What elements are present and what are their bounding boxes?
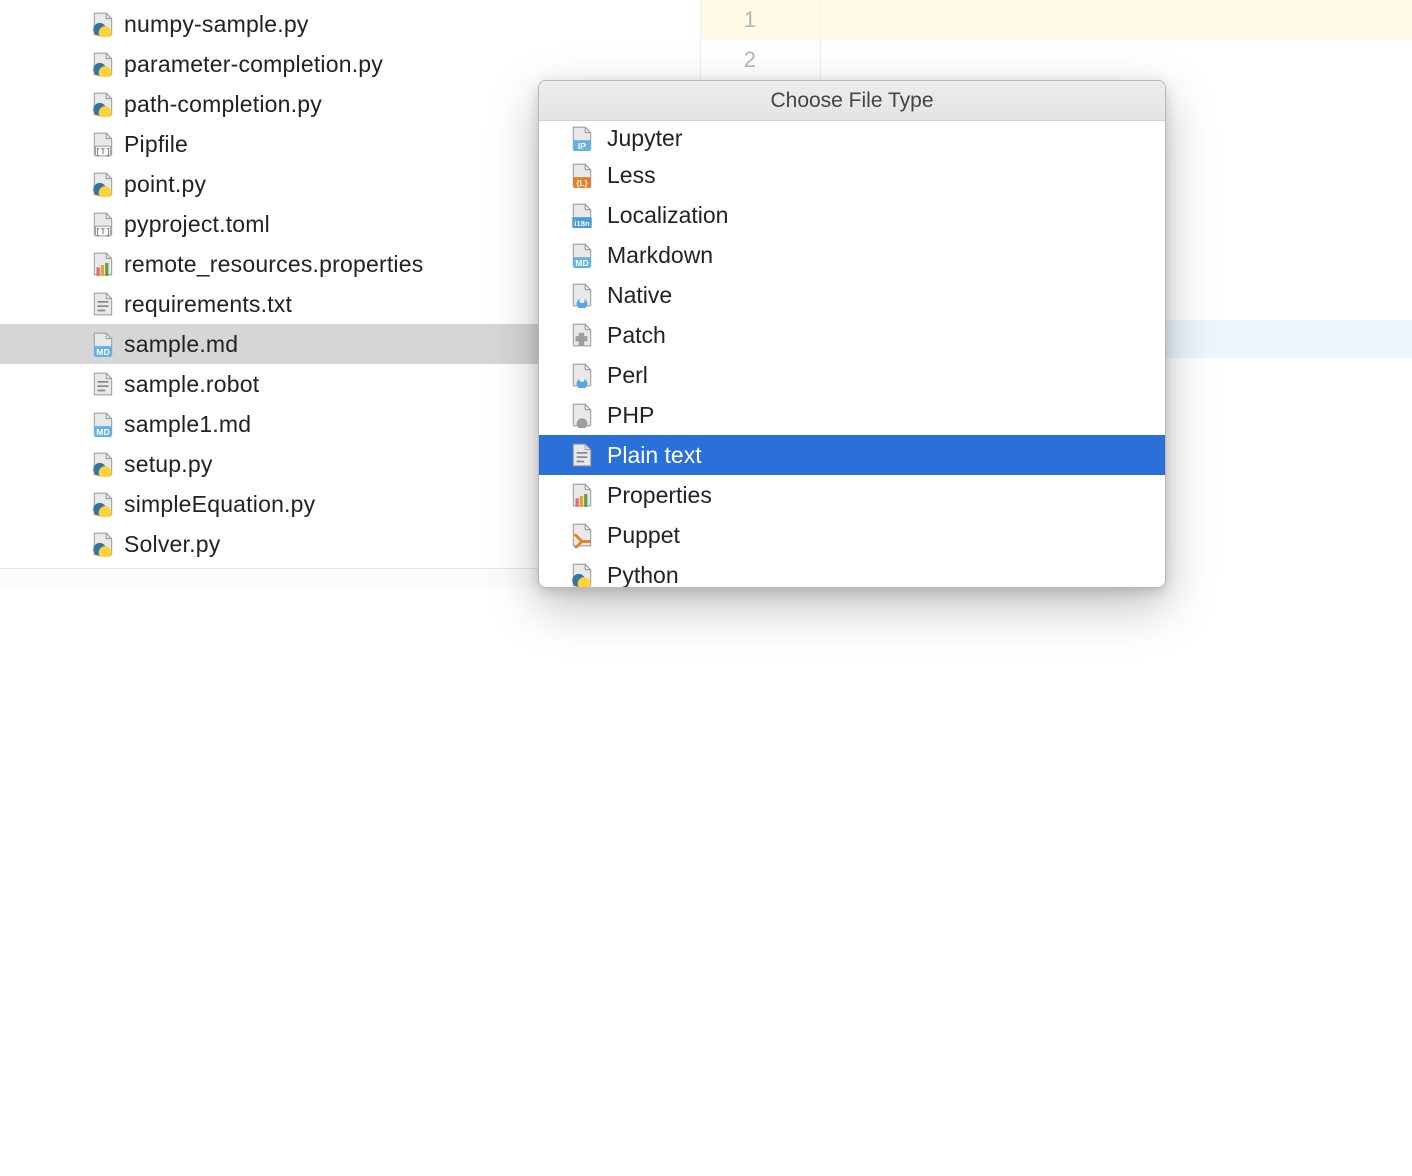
python-icon: [90, 171, 116, 197]
python-icon: [90, 91, 116, 117]
choose-file-type-popup: Choose File Type Jupyter Less Localization…: [538, 80, 1166, 588]
python-icon: [90, 491, 116, 517]
tree-item-label: sample.md: [124, 331, 238, 358]
jupyter-icon: [569, 125, 595, 151]
tree-item-label: requirements.txt: [124, 291, 292, 318]
file-type-item[interactable]: Less: [539, 155, 1165, 195]
file-type-item[interactable]: Puppet: [539, 515, 1165, 555]
python-icon: [90, 531, 116, 557]
properties-icon: [569, 482, 595, 508]
file-type-item-label: Python: [607, 562, 679, 588]
i18n-icon: [569, 202, 595, 228]
tree-item-label: sample.robot: [124, 371, 259, 398]
properties-icon: [90, 251, 116, 277]
file-type-item-label: Perl: [607, 362, 648, 389]
tree-item-label: Solver.py: [124, 531, 220, 558]
file-type-item-label: Puppet: [607, 522, 680, 549]
markdown-icon: [90, 411, 116, 437]
ide-workspace: numpy-sample.py parameter-completion.py pa…: [0, 0, 1412, 588]
file-type-item-label: Native: [607, 282, 672, 309]
php-icon: [569, 402, 595, 428]
file-type-item-label: Less: [607, 162, 656, 189]
text-icon: [90, 291, 116, 317]
file-type-list[interactable]: Jupyter Less Localization Markdown Native Pat…: [539, 121, 1165, 587]
file-type-item[interactable]: Jupyter: [539, 121, 1165, 155]
tree-item-label: numpy-sample.py: [124, 11, 309, 38]
text-icon: [90, 371, 116, 397]
tree-item[interactable]: numpy-sample.py: [0, 4, 700, 44]
file-type-item[interactable]: Properties: [539, 475, 1165, 515]
line-number: 1: [701, 0, 820, 40]
file-type-item-label: Patch: [607, 322, 666, 349]
tree-item-label: path-completion.py: [124, 91, 322, 118]
perl-icon: [569, 362, 595, 388]
tree-item-label: point.py: [124, 171, 206, 198]
popup-title: Choose File Type: [539, 81, 1165, 121]
tree-item-label: parameter-completion.py: [124, 51, 383, 78]
file-type-item[interactable]: Patch: [539, 315, 1165, 355]
tree-item-label: Pipfile: [124, 131, 188, 158]
file-type-item-label: Markdown: [607, 242, 713, 269]
puppet-icon: [569, 522, 595, 548]
tree-item-label: sample1.md: [124, 411, 251, 438]
file-type-item[interactable]: Native: [539, 275, 1165, 315]
markdown-icon: [569, 242, 595, 268]
file-type-item-label: Plain text: [607, 442, 702, 469]
file-type-item[interactable]: PHP: [539, 395, 1165, 435]
python-icon: [569, 562, 595, 587]
patch-icon: [569, 322, 595, 348]
python-icon: [90, 451, 116, 477]
python-icon: [90, 11, 116, 37]
tree-item[interactable]: parameter-completion.py: [0, 44, 700, 84]
file-type-item-label: PHP: [607, 402, 654, 429]
file-type-item[interactable]: Markdown: [539, 235, 1165, 275]
file-type-item[interactable]: Perl: [539, 355, 1165, 395]
text-icon: [569, 442, 595, 468]
native-icon: [569, 282, 595, 308]
tree-item-label: simpleEquation.py: [124, 491, 315, 518]
file-type-item[interactable]: Localization: [539, 195, 1165, 235]
toml-icon: [90, 131, 116, 157]
toml-icon: [90, 211, 116, 237]
python-icon: [90, 51, 116, 77]
tree-item-label: setup.py: [124, 451, 213, 478]
file-type-item-label: Localization: [607, 202, 728, 229]
file-type-item-label: Jupyter: [607, 125, 682, 152]
line-number: 2: [701, 40, 820, 80]
less-icon: [569, 162, 595, 188]
file-type-item[interactable]: Python: [539, 555, 1165, 587]
tree-item-label: pyproject.toml: [124, 211, 270, 238]
tree-item-label: remote_resources.properties: [124, 251, 423, 278]
markdown-icon: [90, 331, 116, 357]
file-type-item[interactable]: Plain text: [539, 435, 1165, 475]
file-type-item-label: Properties: [607, 482, 712, 509]
